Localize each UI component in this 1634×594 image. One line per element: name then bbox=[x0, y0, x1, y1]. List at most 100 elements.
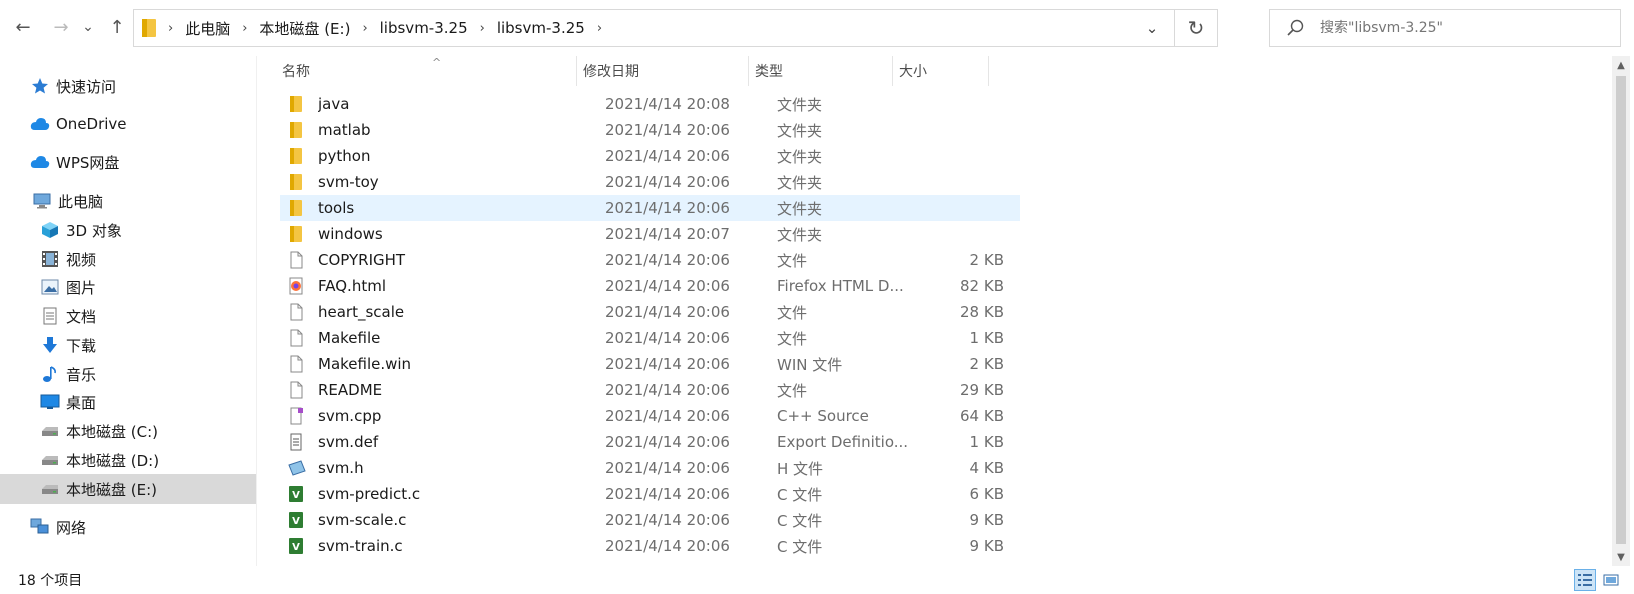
folder-icon bbox=[288, 147, 304, 165]
refresh-button[interactable]: ↻ bbox=[1175, 10, 1217, 46]
breadcrumb-item[interactable]: 此电脑 bbox=[177, 18, 238, 39]
file-type: C 文件 bbox=[777, 511, 823, 530]
address-dropdown-button[interactable]: ⌄ bbox=[1137, 10, 1167, 46]
file-row[interactable]: Makefile.win 2021/4/14 20:06 WIN 文件 2 KB bbox=[280, 351, 1020, 377]
file-date: 2021/4/14 20:06 bbox=[605, 277, 730, 295]
breadcrumb-separator-icon[interactable]: › bbox=[164, 21, 177, 36]
file-type: 文件夹 bbox=[777, 199, 823, 218]
details-view-icon bbox=[1578, 574, 1592, 586]
file-date: 2021/4/14 20:07 bbox=[605, 225, 730, 243]
breadcrumb-separator-icon[interactable]: › bbox=[238, 21, 251, 36]
triangle-down-icon: ▼ bbox=[1617, 551, 1625, 563]
scroll-down-button[interactable]: ▼ bbox=[1612, 548, 1630, 566]
breadcrumb-separator-icon[interactable]: › bbox=[593, 21, 606, 36]
file-size: 64 KB bbox=[960, 407, 1004, 425]
file-row[interactable]: Vsvm-train.c 2021/4/14 20:06 C 文件 9 KB bbox=[280, 533, 1020, 559]
column-header-size[interactable]: 大小 bbox=[899, 56, 927, 86]
file-row[interactable]: COPYRIGHT 2021/4/14 20:06 文件 2 KB bbox=[280, 247, 1020, 273]
cpp-file-icon bbox=[288, 407, 304, 425]
column-header-name[interactable]: 名称 bbox=[282, 56, 310, 86]
drive-icon bbox=[40, 421, 60, 441]
vertical-scrollbar[interactable]: ▲ ▼ bbox=[1612, 56, 1630, 566]
sidebar-item[interactable]: 下载 bbox=[0, 330, 256, 360]
back-button[interactable]: ← bbox=[12, 14, 34, 40]
file-row[interactable]: svm.cpp 2021/4/14 20:06 C++ Source 64 KB bbox=[280, 403, 1020, 429]
sidebar-item[interactable]: 此电脑 bbox=[0, 186, 256, 216]
sidebar-item[interactable]: 视频 bbox=[0, 244, 256, 274]
file-size: 9 KB bbox=[969, 537, 1004, 555]
file-row[interactable]: Vsvm-predict.c 2021/4/14 20:06 C 文件 6 KB bbox=[280, 481, 1020, 507]
file-row[interactable]: svm.h 2021/4/14 20:06 H 文件 4 KB bbox=[280, 455, 1020, 481]
file-name: FAQ.html bbox=[318, 277, 386, 295]
file-size bbox=[920, 143, 1004, 169]
file-date: 2021/4/14 20:06 bbox=[605, 147, 730, 165]
sidebar-item[interactable]: 3D 对象 bbox=[0, 215, 256, 245]
film-icon bbox=[40, 249, 60, 269]
sidebar-item[interactable]: 图片 bbox=[0, 272, 256, 302]
details-view-button[interactable] bbox=[1574, 569, 1596, 591]
sidebar-item[interactable]: 音乐 bbox=[0, 359, 256, 389]
file-type: Export Definitio... bbox=[777, 433, 907, 451]
file-row[interactable]: python 2021/4/14 20:06 文件夹 bbox=[280, 143, 1020, 169]
column-header-size-label: 大小 bbox=[899, 64, 927, 80]
column-divider[interactable] bbox=[988, 56, 989, 86]
def-file-icon bbox=[288, 433, 304, 451]
file-row[interactable]: tools 2021/4/14 20:06 文件夹 bbox=[280, 195, 1020, 221]
refresh-icon: ↻ bbox=[1187, 16, 1205, 40]
file-row[interactable]: java 2021/4/14 20:08 文件夹 bbox=[280, 91, 1020, 117]
file-row[interactable]: windows 2021/4/14 20:07 文件夹 bbox=[280, 221, 1020, 247]
column-header-type[interactable]: 类型 bbox=[755, 56, 783, 86]
sidebar-item[interactable]: WPS网盘 bbox=[0, 147, 256, 177]
recent-locations-button[interactable]: ⌄ bbox=[80, 14, 96, 40]
file-size bbox=[920, 195, 1004, 221]
column-header-date[interactable]: 修改日期 bbox=[583, 56, 639, 86]
file-name: Makefile bbox=[318, 329, 381, 347]
breadcrumb-separator-icon[interactable]: › bbox=[476, 21, 489, 36]
file-row[interactable]: Vsvm-scale.c 2021/4/14 20:06 C 文件 9 KB bbox=[280, 507, 1020, 533]
forward-button[interactable]: → bbox=[50, 14, 72, 40]
address-bar[interactable]: › 此电脑 › 本地磁盘 (E:) › libsvm-3.25 › libsvm-3.25 › … bbox=[133, 9, 1218, 47]
breadcrumb-separator-icon[interactable]: › bbox=[358, 21, 371, 36]
file-size: 82 KB bbox=[960, 277, 1004, 295]
breadcrumb-item[interactable]: libsvm-3.25 bbox=[489, 19, 593, 37]
search-input[interactable] bbox=[1320, 10, 1610, 46]
sidebar-item[interactable]: 本地磁盘 (E:) bbox=[0, 474, 256, 504]
sidebar-item[interactable]: 网络 bbox=[0, 512, 256, 542]
file-row[interactable]: FAQ.html 2021/4/14 20:06 Firefox HTML D...… bbox=[280, 273, 1020, 299]
large-icons-view-button[interactable] bbox=[1600, 569, 1622, 591]
column-divider[interactable] bbox=[892, 56, 893, 86]
sidebar-item[interactable]: OneDrive bbox=[0, 109, 256, 139]
up-button[interactable]: ↑ bbox=[106, 14, 128, 40]
file-row[interactable]: matlab 2021/4/14 20:06 文件夹 bbox=[280, 117, 1020, 143]
file-date: 2021/4/14 20:06 bbox=[605, 485, 730, 503]
file-date: 2021/4/14 20:06 bbox=[605, 511, 730, 529]
firefox-icon bbox=[288, 277, 304, 295]
sidebar-item[interactable]: 本地磁盘 (C:) bbox=[0, 416, 256, 446]
file-name: java bbox=[318, 95, 350, 113]
file-type: 文件 bbox=[777, 251, 808, 270]
file-icon bbox=[288, 355, 304, 373]
file-row[interactable]: svm.def 2021/4/14 20:06 Export Definitio..… bbox=[280, 429, 1020, 455]
sidebar-item[interactable]: 桌面 bbox=[0, 387, 256, 417]
search-box[interactable] bbox=[1269, 9, 1621, 47]
navigation-pane: 快速访问 OneDrive WPS网盘此电脑 3D 对象 视频图片文档 下载 音乐桌面本地磁… bbox=[0, 56, 256, 566]
column-divider[interactable] bbox=[576, 56, 577, 86]
breadcrumb-item[interactable]: libsvm-3.25 bbox=[372, 19, 476, 37]
file-row[interactable]: svm-toy 2021/4/14 20:06 文件夹 bbox=[280, 169, 1020, 195]
scroll-up-button[interactable]: ▲ bbox=[1612, 56, 1630, 74]
file-type: C 文件 bbox=[777, 485, 823, 504]
network-icon bbox=[30, 517, 50, 537]
sidebar-item[interactable]: 本地磁盘 (D:) bbox=[0, 445, 256, 475]
cube-icon bbox=[40, 220, 60, 240]
sidebar-item[interactable]: 文档 bbox=[0, 301, 256, 331]
breadcrumb-item[interactable]: 本地磁盘 (E:) bbox=[251, 18, 358, 39]
sidebar-item-label: 图片 bbox=[66, 278, 97, 297]
chevron-down-icon: ⌄ bbox=[1145, 19, 1159, 37]
scroll-thumb[interactable] bbox=[1616, 76, 1626, 544]
file-row[interactable]: Makefile 2021/4/14 20:06 文件 1 KB bbox=[280, 325, 1020, 351]
sidebar-item-label: 桌面 bbox=[66, 393, 97, 412]
file-row[interactable]: README 2021/4/14 20:06 文件 29 KB bbox=[280, 377, 1020, 403]
file-row[interactable]: heart_scale 2021/4/14 20:06 文件 28 KB bbox=[280, 299, 1020, 325]
sidebar-item[interactable]: 快速访问 bbox=[0, 71, 256, 101]
column-divider[interactable] bbox=[748, 56, 749, 86]
